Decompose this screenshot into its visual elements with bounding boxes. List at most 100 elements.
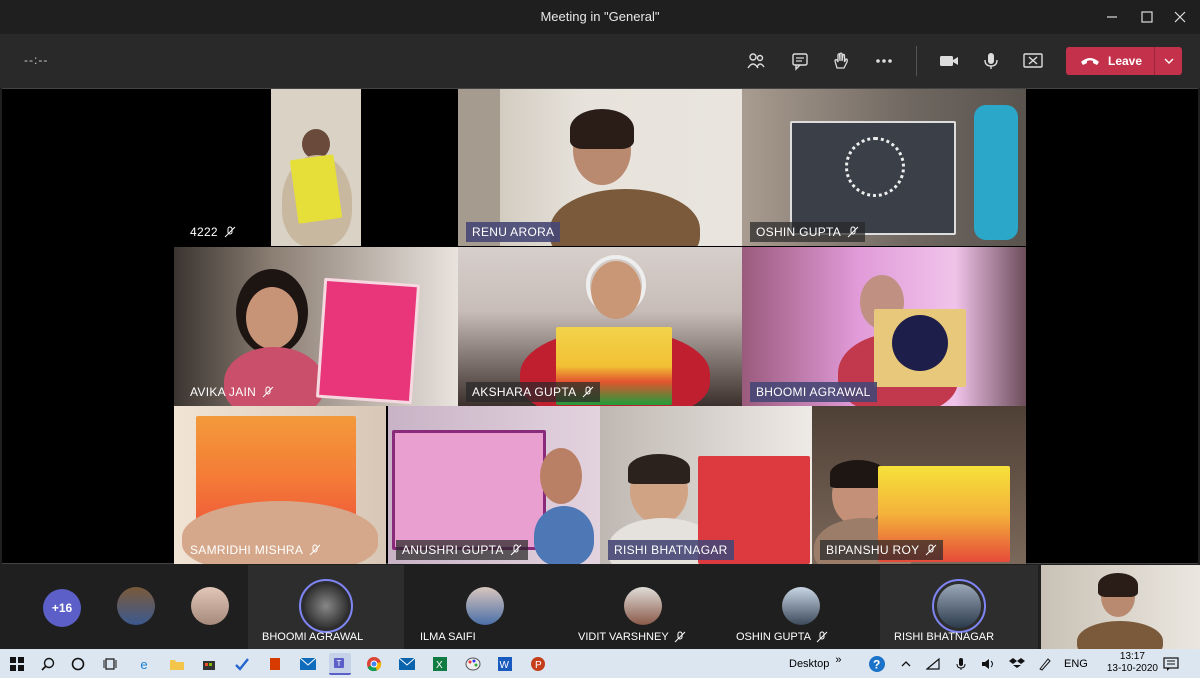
network-button[interactable] (922, 653, 944, 675)
pen-button[interactable] (1034, 653, 1056, 675)
system-clock[interactable]: 13:17 13-10-2020 (1107, 651, 1158, 675)
notification-icon (1163, 657, 1179, 671)
desktop-toolbar[interactable]: Desktop » (789, 649, 841, 678)
outlook-app[interactable] (396, 653, 418, 675)
search-icon (41, 657, 55, 671)
microphone-button[interactable] (976, 47, 1006, 75)
word-icon: W (498, 657, 512, 671)
language-indicator[interactable]: ENG (1064, 649, 1088, 678)
svg-text:X: X (436, 660, 443, 671)
hand-icon (834, 52, 848, 69)
office-icon (270, 658, 280, 670)
start-button[interactable] (6, 653, 28, 675)
excel-app[interactable]: X (429, 653, 451, 675)
participant-slot[interactable]: OSHIN GUPTA (722, 565, 878, 649)
windows-taskbar: e T X W P Desktop » ? ENG 13:17 13-10-20… (0, 649, 1200, 678)
show-hidden-icons-button[interactable] (895, 653, 917, 675)
powerpoint-app[interactable]: P (527, 653, 549, 675)
close-button[interactable] (1160, 0, 1200, 34)
minimize-button[interactable] (1092, 0, 1132, 34)
meeting-timer: --:-- (24, 53, 49, 67)
mic-muted-icon (583, 386, 594, 398)
video-tile[interactable]: BHOOMI AGRAWAL (742, 247, 1026, 406)
leave-button[interactable]: Leave (1066, 47, 1182, 75)
help-button[interactable]: ? (866, 653, 888, 675)
volume-button[interactable] (978, 653, 1000, 675)
chrome-icon (367, 657, 382, 672)
dropbox-button[interactable] (1006, 653, 1028, 675)
participant-avatar (624, 587, 662, 625)
powerpoint-icon: P (531, 657, 545, 671)
chevron-up-icon (901, 661, 911, 667)
share-screen-button[interactable] (1018, 47, 1048, 75)
raise-hand-button[interactable] (826, 47, 856, 75)
video-tile[interactable]: 4222 (174, 89, 458, 246)
word-app[interactable]: W (494, 653, 516, 675)
video-tile[interactable]: SAMRIDHI MISHRA (174, 406, 386, 564)
action-center-button[interactable] (1160, 653, 1182, 675)
participant-name: BHOOMI AGRAWAL (262, 631, 364, 643)
office-app[interactable] (264, 653, 286, 675)
toolbar-chevron: » (835, 653, 842, 666)
checkmark-icon (235, 658, 249, 671)
participant-avatar[interactable] (117, 587, 155, 625)
svg-text:W: W (500, 660, 510, 671)
camera-icon (940, 56, 958, 66)
more-participants-button[interactable]: +16 (43, 589, 81, 627)
chat-button[interactable] (785, 47, 815, 75)
todo-app[interactable] (231, 653, 253, 675)
participant-name-label: AKSHARA GUPTA (466, 382, 601, 402)
mic-muted-icon (510, 544, 522, 556)
edge-icon: e (140, 656, 148, 672)
mic-muted-icon (926, 544, 937, 556)
window-title: Meeting in "General" (540, 9, 660, 24)
video-tile[interactable]: AVIKA JAIN (174, 247, 458, 406)
mic-muted-icon (816, 631, 828, 643)
store-icon (203, 661, 215, 670)
video-tile[interactable]: RISHI BHATNAGAR (600, 406, 812, 564)
microphone-icon (956, 658, 966, 670)
task-view-button[interactable] (99, 653, 121, 675)
participant-slot[interactable]: VIDIT VARSHNEY (564, 565, 720, 649)
file-explorer-app[interactable] (166, 653, 188, 675)
more-icon (876, 59, 892, 63)
camera-button[interactable] (934, 47, 964, 75)
more-actions-button[interactable] (869, 47, 899, 75)
minimize-icon (1107, 16, 1117, 18)
mic-tray-button[interactable] (950, 653, 972, 675)
video-tile[interactable]: OSHIN GUPTA (742, 89, 1026, 246)
video-tile[interactable]: BIPANSHU ROY (812, 406, 1026, 564)
mic-muted-icon (847, 226, 859, 238)
folder-icon (170, 660, 184, 670)
self-view-video[interactable] (1041, 565, 1200, 649)
leave-options-button[interactable] (1154, 47, 1182, 75)
participant-video (540, 448, 582, 504)
edge-app[interactable]: e (133, 653, 155, 675)
video-tile[interactable]: ANUSHRI GUPTA (388, 406, 600, 564)
title-bar: Meeting in "General" (0, 0, 1200, 34)
video-tile[interactable]: AKSHARA GUPTA (458, 247, 742, 406)
maximize-icon (1141, 11, 1153, 23)
cortana-button[interactable] (67, 653, 89, 675)
participant-slot[interactable]: BHOOMI AGRAWAL (248, 565, 404, 649)
participant-avatar (937, 584, 981, 628)
video-tile[interactable]: RENU ARORA (458, 89, 742, 246)
participant-slot[interactable]: RISHI BHATNAGAR (880, 565, 1038, 649)
participant-name-label: AVIKA JAIN (184, 382, 280, 402)
participant-slot[interactable]: ILMA SAIFI (406, 565, 562, 649)
water-bottle (974, 105, 1018, 240)
participants-button[interactable] (741, 47, 771, 75)
teams-app[interactable]: T (329, 653, 351, 675)
wifi-icon (926, 658, 940, 670)
mail-app[interactable] (297, 653, 319, 675)
store-app[interactable] (198, 653, 220, 675)
excel-icon: X (433, 657, 447, 671)
chrome-app[interactable] (363, 653, 385, 675)
participant-avatar[interactable] (191, 587, 229, 625)
paint-app[interactable] (462, 653, 484, 675)
mic-muted-icon (309, 544, 321, 556)
svg-text:T: T (337, 659, 342, 668)
participant-name: RISHI BHATNAGAR (894, 631, 995, 643)
search-button[interactable] (37, 653, 59, 675)
palette-icon (465, 657, 481, 671)
